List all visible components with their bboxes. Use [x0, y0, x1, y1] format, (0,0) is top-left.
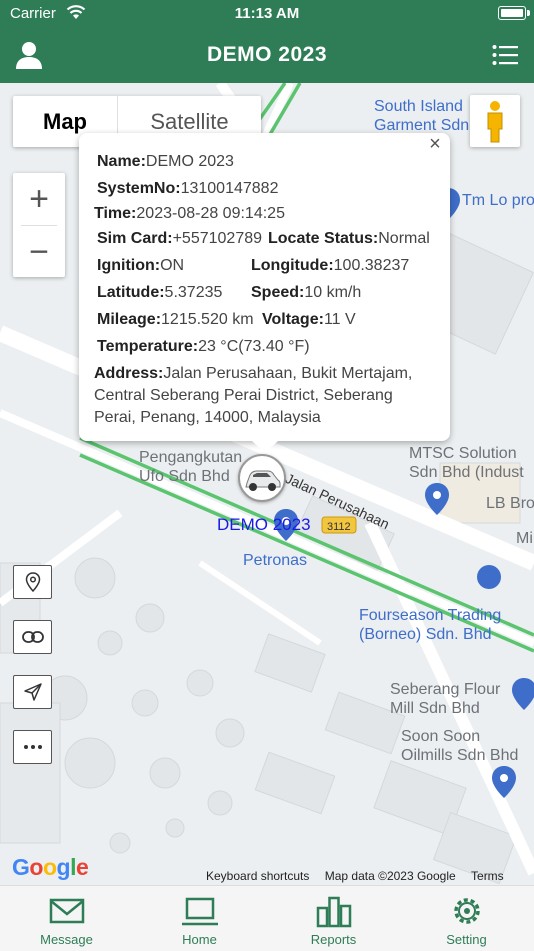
map-label-soon-soon: Soon Soon Oilmills Sdn Bhd [401, 728, 519, 764]
mileage-value: 1215.520 km [161, 311, 254, 328]
time-value: 2023-08-28 09:14:25 [136, 205, 285, 222]
latitude-label: Latitude: [97, 284, 165, 301]
map-label-south-island: South Island Garment Sdn [374, 98, 470, 134]
map-label-fourseason: Fourseason Trading (Borneo) Sdn. Bhd [359, 607, 502, 643]
speed-value: 10 km/h [304, 284, 362, 301]
tab-label: Home [182, 932, 217, 947]
vehicle-label: DEMO 2023 [217, 515, 311, 534]
zoom-in-button[interactable]: + [13, 173, 65, 225]
send-button[interactable] [13, 675, 52, 709]
address-label: Address: [94, 365, 164, 382]
link-button[interactable] [13, 620, 52, 654]
sim-label: Sim Card: [97, 230, 173, 247]
map-label-seberang-flour: Seberang Flour Mill Sdn Bhd [390, 681, 501, 717]
map-label-mi: Mi [516, 530, 533, 547]
longitude-value: 100.38237 [333, 257, 410, 274]
map-label-petronas: Petronas [243, 552, 308, 569]
ignition-label: Ignition: [97, 257, 161, 274]
map-view[interactable]: South Island Garment Sdn Tm Lo pro Penga… [0, 83, 534, 885]
name-label: Name: [97, 153, 146, 170]
keyboard-shortcuts-link[interactable]: Keyboard shortcuts [206, 869, 309, 883]
tab-message[interactable]: Message [0, 886, 133, 951]
page-title: DEMO 2023 [206, 43, 328, 66]
vehicle-marker[interactable] [238, 454, 286, 502]
list-menu-icon[interactable] [492, 44, 518, 66]
longitude-label: Longitude: [251, 257, 334, 274]
map-data-attribution: Map data ©2023 Google [324, 869, 456, 883]
popup-pointer [251, 440, 279, 453]
tab-label: Setting [446, 932, 487, 947]
tab-label: Message [40, 932, 93, 947]
status-bar: Carrier 11:13 AM [0, 0, 534, 28]
location-pin-icon [25, 572, 40, 592]
pegman-icon [487, 101, 503, 143]
tab-reports[interactable]: Reports [267, 886, 400, 951]
send-icon [23, 683, 42, 701]
laptop-icon [182, 897, 218, 926]
locate-status-label: Locate Status: [268, 230, 379, 247]
map-label-lb: LB Bro [486, 495, 534, 512]
sim-value: +557102789 [172, 230, 263, 247]
more-icon [23, 745, 42, 749]
map-label-tm: Tm Lo pro [462, 192, 534, 209]
mileage-label: Mileage: [97, 311, 162, 328]
ignition-value: ON [160, 257, 185, 274]
tab-label: Reports [310, 932, 357, 947]
gear-icon [454, 898, 480, 924]
system-value: 13100147882 [180, 180, 279, 197]
car-icon [245, 470, 281, 491]
more-button[interactable] [13, 730, 52, 764]
vehicle-info-window: × Name:DEMO 2023 SystemNo:13100147882 Ti… [79, 133, 450, 453]
voltage-label: Voltage: [262, 311, 324, 328]
clock: 11:13 AM [234, 5, 300, 22]
close-icon[interactable]: × [426, 134, 444, 154]
system-label: SystemNo: [97, 180, 181, 197]
name-value: DEMO 2023 [145, 153, 234, 170]
link-icon [21, 631, 44, 643]
map-label-pengangkutan: Pengangkutan Ufo Sdn Bhd [139, 449, 243, 485]
map-footer: Keyboard shortcuts Map data ©2023 Google… [206, 869, 504, 883]
header: DEMO 2023 [0, 28, 534, 83]
street-view-button[interactable] [470, 95, 520, 147]
time-label: Time: [94, 205, 137, 222]
temperature-label: Temperature: [97, 338, 199, 355]
temperature-value: 23 °C(73.40 °F) [198, 338, 310, 355]
route-shield: 3112 [327, 521, 351, 533]
zoom-out-button[interactable]: − [13, 226, 65, 278]
google-logo: Google [12, 854, 89, 880]
voltage-value: 11 V [323, 311, 356, 328]
locate-status-value: Normal [378, 230, 430, 247]
latitude-value: 5.37235 [164, 284, 223, 301]
zoom-control: + − [13, 173, 65, 277]
bar-chart-icon [316, 896, 352, 928]
envelope-icon [49, 898, 85, 924]
terms-link[interactable]: Terms [471, 869, 504, 883]
battery-icon [498, 6, 530, 20]
tab-setting[interactable]: Setting [400, 886, 533, 951]
map-label-mtsc: MTSC Solution Sdn Bhd (Indust [409, 445, 524, 481]
speed-label: Speed: [251, 284, 305, 301]
location-button[interactable] [13, 565, 52, 599]
tab-home[interactable]: Home [133, 886, 266, 951]
tab-bar: Message Home Reports Setting [0, 885, 534, 951]
